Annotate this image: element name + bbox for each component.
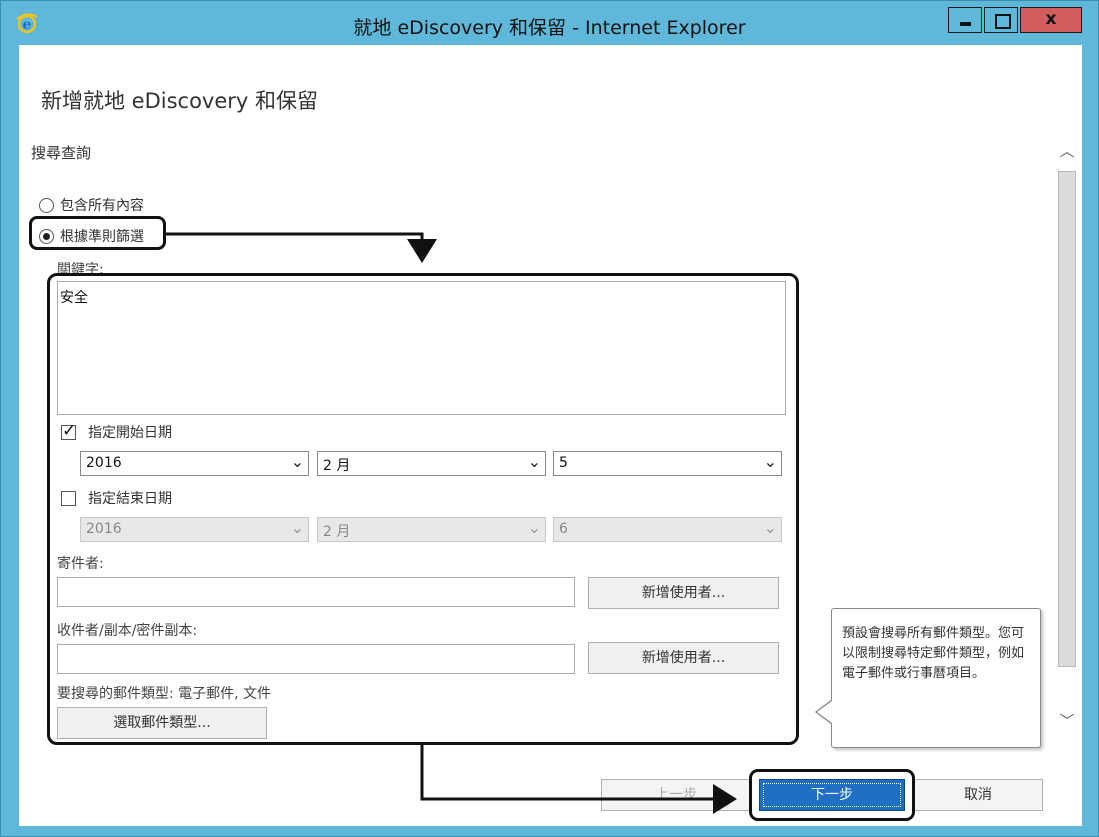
radio-label-include-all: 包含所有內容 [60,198,144,214]
section-title: 搜尋查詢 [31,144,92,162]
window-title: 就地 eDiscovery 和保留 - Internet Explorer [353,17,746,39]
dialog-content: 新增就地 eDiscovery 和保留 搜尋查詢 ︿ ﹀ 包含所有內容 根據準則… [19,45,1082,826]
scroll-down-icon[interactable]: ﹀ [1057,710,1077,732]
title-bar: e 就地 eDiscovery 和保留 - Internet Explorer … [1,1,1098,45]
cancel-button[interactable]: 取消 [913,779,1043,811]
page-title: 新增就地 eDiscovery 和保留 [41,89,319,113]
back-button[interactable]: 上一步 [601,779,751,811]
radio-button[interactable] [39,197,54,213]
vertical-scrollbar[interactable]: ︿ ﹀ [1057,140,1077,740]
annotation-highlight-next [749,769,915,821]
close-icon: x [1045,9,1057,29]
maximize-button[interactable] [984,7,1018,33]
ie-window: e 就地 eDiscovery 和保留 - Internet Explorer … [0,0,1099,837]
scroll-thumb[interactable] [1058,171,1076,667]
annotation-highlight-criteria [47,273,799,745]
message-type-tooltip: 預設會搜尋所有郵件類型。您可以限制搜尋特定郵件類型，例如電子郵件或行事曆項目。 [831,608,1041,748]
scroll-up-icon[interactable]: ︿ [1057,140,1077,162]
radio-include-all[interactable]: 包含所有內容 [39,195,144,215]
minimize-button[interactable] [948,7,982,33]
tooltip-pointer-inner [817,701,832,723]
arrow-to-criteria [166,232,437,263]
close-button[interactable]: x [1020,7,1082,33]
annotation-highlight-radio [29,216,166,250]
